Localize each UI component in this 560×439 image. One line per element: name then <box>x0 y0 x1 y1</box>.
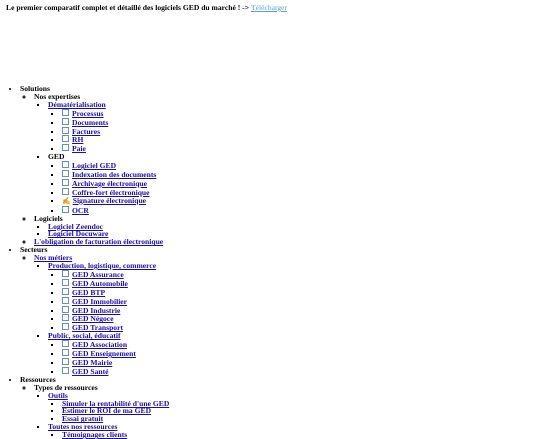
link-ocr[interactable]: OCR <box>72 206 89 215</box>
paie-icon <box>62 144 69 152</box>
link-temoignages[interactable]: Témoignages clients <box>62 430 127 439</box>
menu-solutions: Solutions Nos expertises Dématérialisati… <box>20 85 169 246</box>
btp-icon <box>62 287 69 295</box>
signature-pen-icon: ✍ <box>62 196 71 205</box>
link-dematerialisation[interactable]: Dématérialisation <box>48 100 106 109</box>
immobilier-icon <box>62 296 69 304</box>
link-rh[interactable]: RH <box>72 135 83 144</box>
sante-icon <box>62 366 69 374</box>
link-ged-enseignement[interactable]: GED Enseignement <box>72 349 136 358</box>
link-ged-association[interactable]: GED Association <box>72 340 127 349</box>
indexation-icon <box>62 170 69 178</box>
enseignement-icon <box>62 349 69 357</box>
promo-banner-text: Le premier comparatif complet et détaill… <box>6 3 250 12</box>
menu-outils: Outils Simuler la rentabilité d'une GED … <box>48 391 169 424</box>
link-ged-btp[interactable]: GED BTP <box>72 288 105 297</box>
link-production[interactable]: Production, logistique, commerce <box>48 261 156 270</box>
menu-dematerialisation: Dématérialisation Processus Documents Fa… <box>48 100 169 153</box>
list-item: GED Immobilier <box>62 296 169 306</box>
list-item: Processus <box>62 108 169 118</box>
menu-ged: GED Logiciel GED Indexation des document… <box>48 153 169 214</box>
list-item: GED Assurance <box>62 269 169 279</box>
menu-expertises: Nos expertises Dématérialisation Process… <box>34 92 169 215</box>
list-item: Logiciel GED <box>62 161 169 170</box>
documents-icon <box>62 117 69 125</box>
link-indexation[interactable]: Indexation des documents <box>72 170 156 179</box>
menu-metiers: Nos métiers Production, logistique, comm… <box>34 254 169 376</box>
link-ged-immobilier[interactable]: GED Immobilier <box>72 297 127 306</box>
processus-icon <box>62 108 69 116</box>
list-item: Factures <box>62 126 169 136</box>
list-item: GED Association <box>62 340 169 349</box>
link-logiciel-ged[interactable]: Logiciel GED <box>72 161 116 170</box>
list-item: Témoignages clients <box>62 431 169 439</box>
main-menu: Solutions Nos expertises Dématérialisati… <box>6 85 169 439</box>
list-item: GED Mairie <box>62 358 169 367</box>
menu-logiciels: Logiciels Logiciel Zeendoc Logiciel Docu… <box>34 214 169 239</box>
link-ged-industrie[interactable]: GED Industrie <box>72 306 120 315</box>
industrie-icon <box>62 305 69 313</box>
factures-icon <box>62 126 69 134</box>
promo-banner: Le premier comparatif complet et détaill… <box>6 3 287 12</box>
transport-icon <box>62 323 69 331</box>
link-ged-automobile[interactable]: GED Automobile <box>72 279 128 288</box>
download-link[interactable]: Télécharger <box>251 3 287 12</box>
link-documents[interactable]: Documents <box>72 118 108 127</box>
menu-facturation: L'obligation de facturation électronique <box>34 238 169 246</box>
list-item: OCR <box>62 205 169 215</box>
menu-production: Production, logistique, commerce GED Ass… <box>48 262 169 332</box>
mairie-icon <box>62 358 69 365</box>
list-item: Indexation des documents <box>62 170 169 179</box>
list-item: GED Automobile <box>62 278 169 288</box>
link-archivage[interactable]: Archivage électronique <box>72 179 147 188</box>
menu-public: Public, social, éducatif GED Association… <box>48 332 169 376</box>
link-processus[interactable]: Processus <box>72 109 104 118</box>
link-paie[interactable]: Paie <box>72 144 86 153</box>
list-item: Paie <box>62 144 169 153</box>
archivage-icon <box>62 178 69 186</box>
link-ged-assurance[interactable]: GED Assurance <box>72 270 124 279</box>
link-factures[interactable]: Factures <box>72 127 100 136</box>
link-ged-negoce[interactable]: GED Négoce <box>72 314 114 323</box>
list-item: ✍Signature électronique <box>62 196 169 206</box>
list-item: GED Négoce <box>62 314 169 323</box>
rh-icon <box>62 135 69 143</box>
link-ged-sante[interactable]: GED Santé <box>72 367 109 376</box>
menu-toutes: Toutes nos ressources Témoignages client… <box>48 423 169 439</box>
list-item: Archivage électronique <box>62 178 169 188</box>
list-item: RH <box>62 135 169 144</box>
list-item: GED Industrie <box>62 305 169 315</box>
menu-ged-label[interactable]: GED <box>48 152 64 161</box>
link-signature[interactable]: Signature électronique <box>73 196 146 205</box>
menu-ressources: Ressources Types de ressources Outils Si… <box>20 375 169 439</box>
menu-types: Types de ressources Outils Simuler la re… <box>34 383 169 439</box>
negoce-icon <box>62 314 69 322</box>
list-item: GED BTP <box>62 287 169 297</box>
list-item: Documents <box>62 117 169 127</box>
coffre-fort-icon <box>62 187 69 195</box>
automobile-icon <box>62 278 69 286</box>
menu-secteurs: Secteurs Nos métiers Production, logisti… <box>20 246 169 376</box>
assurance-icon <box>62 269 69 277</box>
association-icon <box>62 340 69 348</box>
list-item: GED Santé <box>62 366 169 376</box>
ocr-icon <box>62 205 69 213</box>
menu-level-1: Solutions Nos expertises Dématérialisati… <box>6 85 169 439</box>
list-item: GED Enseignement <box>62 349 169 358</box>
link-facturation[interactable]: L'obligation de facturation électronique <box>34 237 163 246</box>
link-public[interactable]: Public, social, éducatif <box>48 331 121 340</box>
link-ged-mairie[interactable]: GED Mairie <box>72 358 112 367</box>
logiciel-ged-icon <box>62 161 69 169</box>
